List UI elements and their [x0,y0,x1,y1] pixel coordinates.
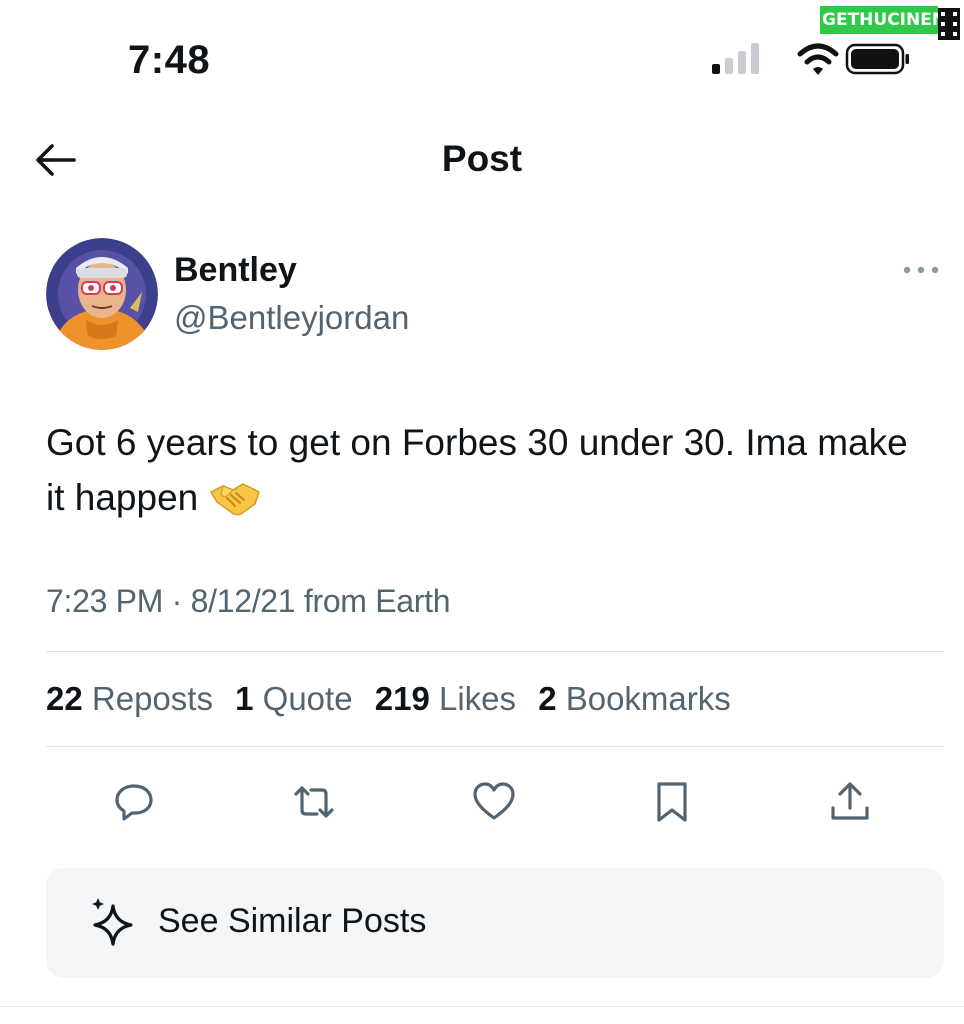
wifi-icon [797,43,839,75]
share-button[interactable] [826,778,874,826]
stat-likes[interactable]: 219 Likes [375,680,516,718]
share-icon [831,782,869,820]
post-text-content: Got 6 years to get on Forbes 30 under 30… [46,422,908,518]
see-similar-posts-button[interactable]: See Similar Posts [46,868,944,978]
page-title: Post [441,138,523,179]
cellular-signal-icon [712,43,759,74]
divider [0,1006,964,1007]
reply-icon [115,784,153,821]
divider [46,651,944,652]
status-time: 7:48 [128,38,211,82]
engagement-stats: 22 Reposts 1 Quote 219 Likes 2 Bookmarks [46,680,744,718]
ellipsis-icon [903,266,939,274]
like-button[interactable] [470,778,518,826]
bookmark-button[interactable] [648,778,696,826]
repost-button[interactable] [290,778,338,826]
film-strip-icon [938,8,960,40]
reply-button[interactable] [110,778,158,826]
divider [46,746,944,747]
author-handle[interactable]: @Bentleyjordan [174,299,409,337]
see-similar-posts-label: See Similar Posts [158,902,427,940]
sparkle-icon [92,898,133,946]
watermark-logo: GETHUCINEMA [820,6,962,40]
watermark-text: GETHUCINEMA [820,6,938,34]
stat-quotes[interactable]: 1 Quote [235,680,352,718]
battery-icon [845,43,909,75]
bookmark-icon [657,782,687,822]
like-icon [473,782,515,820]
handshake-icon [209,483,260,516]
post-text: Got 6 years to get on Forbes 30 under 30… [46,415,926,525]
stat-bookmarks[interactable]: 2 Bookmarks [538,680,731,718]
avatar[interactable] [46,238,158,350]
more-options-button[interactable] [898,256,944,284]
author-name[interactable]: Bentley [174,251,297,290]
post-timestamp: 7:23 PM · 8/12/21 from Earth [46,583,451,619]
stat-reposts[interactable]: 22 Reposts [46,680,213,718]
status-icons [712,40,912,80]
repost-icon [294,786,334,818]
